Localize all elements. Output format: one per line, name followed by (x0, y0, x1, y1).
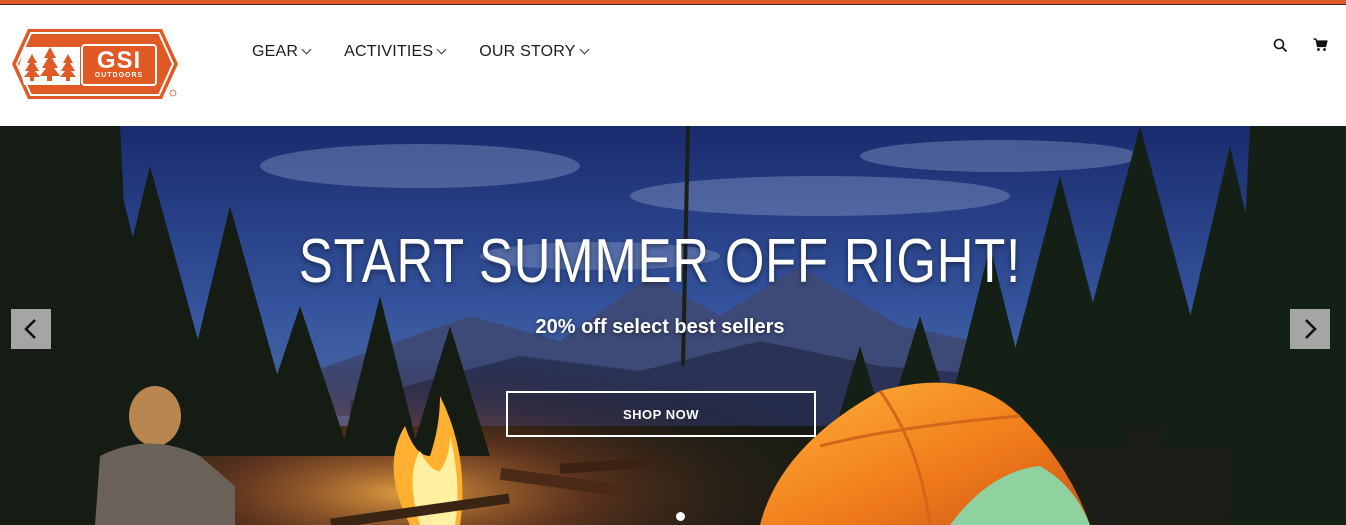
hero-subtitle: 20% off select best sellers (535, 316, 785, 338)
search-button[interactable] (1270, 35, 1290, 55)
chevron-down-icon (579, 44, 590, 54)
nav-gear[interactable]: GEAR (252, 41, 312, 63)
nav-activities[interactable]: ACTIVITIES (344, 41, 447, 63)
search-icon (1273, 38, 1287, 52)
chevron-down-icon (436, 44, 447, 54)
header-icons (1270, 35, 1330, 55)
carousel-prev-button[interactable] (11, 309, 51, 349)
main-navigation: GEAR ACTIVITIES OUR STORY (252, 41, 622, 63)
nav-our-story[interactable]: OUR STORY (479, 41, 590, 63)
carousel-dots (676, 512, 685, 521)
chevron-down-icon (301, 44, 312, 54)
cart-button[interactable] (1310, 35, 1330, 55)
nav-gear-label: GEAR (252, 43, 299, 60)
chevron-left-icon (24, 319, 36, 339)
hero-title: START SUMMER OFF RIGHT! (298, 227, 1022, 296)
brand-logo[interactable]: GSI OUTDOORS (10, 27, 180, 101)
carousel-dot-active[interactable] (676, 512, 685, 521)
logo-text-sub: OUTDOORS (94, 72, 144, 79)
hero-carousel: START SUMMER OFF RIGHT! 20% off select b… (0, 126, 1346, 525)
site-header: GSI OUTDOORS GEAR ACTIVITIES OUR STORY (0, 5, 1346, 126)
nav-activities-label: ACTIVITIES (344, 43, 434, 60)
chevron-right-icon (1305, 319, 1317, 339)
nav-our-story-label: OUR STORY (479, 43, 576, 60)
cart-icon (1313, 38, 1328, 51)
carousel-next-button[interactable] (1290, 309, 1330, 349)
shop-now-button[interactable]: SHOP NOW (506, 391, 816, 437)
logo-text-main: GSI (96, 47, 142, 74)
